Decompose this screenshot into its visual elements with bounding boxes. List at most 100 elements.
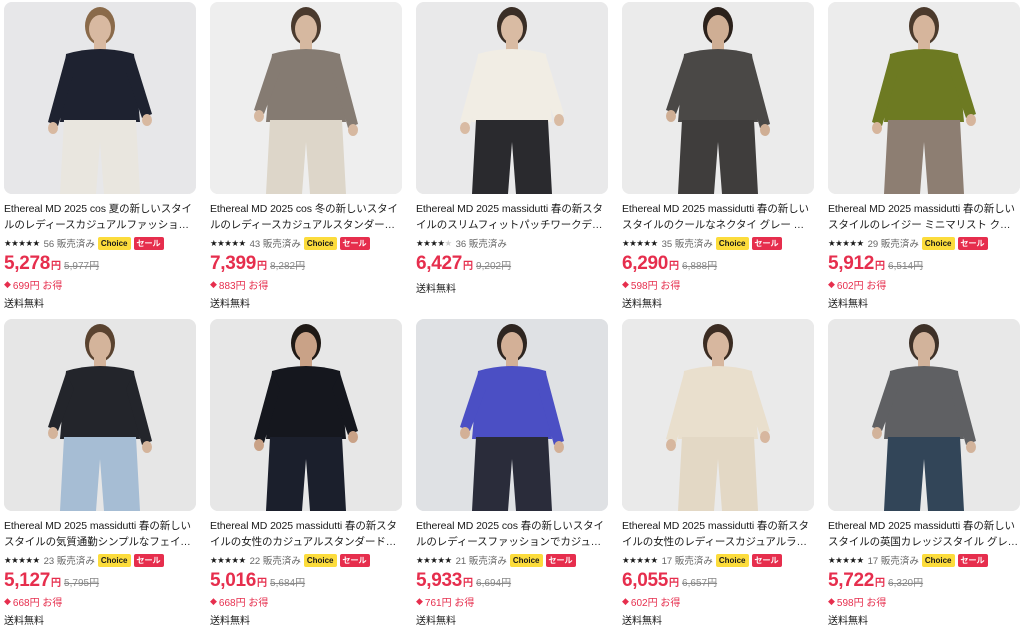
rating-row: ★★★★★ 17 販売済み Choice セール bbox=[828, 553, 1020, 567]
savings-amount: 699円 お得 bbox=[12, 281, 63, 292]
rating-row: ★★★★★ 36 販売済み bbox=[416, 236, 608, 251]
rating-row: ★★★★★ 29 販売済み Choice セール bbox=[828, 236, 1020, 250]
sale-price: 7,399 bbox=[210, 253, 257, 274]
currency-label: 円 bbox=[669, 578, 680, 589]
sold-count: 29 販売済み bbox=[867, 239, 919, 250]
product-title[interactable]: Ethereal MD 2025 massidutti 春の新スタイルのスリムフ… bbox=[416, 201, 608, 233]
product-image[interactable] bbox=[4, 319, 196, 511]
savings-amount: 598円 お得 bbox=[836, 598, 887, 609]
product-card[interactable]: Ethereal MD 2025 massidutti 春の新スタイルのスリムフ… bbox=[416, 2, 608, 319]
product-card[interactable]: Ethereal MD 2025 cos 夏の新しいスタイルのレディースカジュア… bbox=[4, 2, 196, 319]
original-price: 6,657円 bbox=[682, 578, 718, 589]
savings-amount: 761円 お得 bbox=[424, 598, 475, 609]
discount-tag-icon: ◆ bbox=[416, 596, 423, 606]
sale-price: 5,933 bbox=[416, 570, 463, 591]
choice-badge: Choice bbox=[97, 236, 131, 250]
sale-price: 5,278 bbox=[4, 253, 51, 274]
choice-badge: Choice bbox=[97, 553, 131, 567]
star-rating-icon: ★★★★★ bbox=[210, 554, 246, 565]
product-card[interactable]: Ethereal MD 2025 massidutti 春の新しいスタイルのクー… bbox=[622, 2, 814, 319]
savings-row: ◆ 668円 お得 bbox=[4, 594, 196, 609]
original-price: 5,795円 bbox=[64, 578, 100, 589]
discount-tag-icon: ◆ bbox=[622, 279, 629, 289]
savings-amount: 668円 お得 bbox=[218, 598, 269, 609]
product-title[interactable]: Ethereal MD 2025 massidutti 春の新しいスタイルのレイ… bbox=[828, 201, 1020, 233]
savings-amount: 883円 お得 bbox=[218, 281, 269, 292]
product-photo bbox=[4, 2, 196, 194]
rating-row: ★★★★★ 56 販売済み Choice セール bbox=[4, 236, 196, 250]
product-title[interactable]: Ethereal MD 2025 massidutti 春の新しいスタイルの英国… bbox=[828, 518, 1020, 550]
price-row: 6,427 円 9,202円 bbox=[416, 253, 608, 277]
sold-count: 23 販売済み bbox=[43, 556, 95, 567]
sale-price: 6,290 bbox=[622, 253, 669, 274]
product-card[interactable]: Ethereal MD 2025 massidutti 春の新しいスタイルのレイ… bbox=[828, 2, 1020, 319]
free-shipping-label: 送料無料 bbox=[622, 299, 662, 310]
star-rating-icon: ★★★★★ bbox=[4, 554, 40, 565]
star-rating-icon: ★★★★★ bbox=[622, 554, 658, 565]
product-image[interactable] bbox=[828, 2, 1020, 194]
discount-tag-icon: ◆ bbox=[210, 596, 217, 606]
product-image[interactable] bbox=[828, 319, 1020, 511]
product-image[interactable] bbox=[622, 319, 814, 511]
product-grid: Ethereal MD 2025 cos 夏の新しいスタイルのレディースカジュア… bbox=[4, 2, 1020, 636]
sale-badge: セール bbox=[339, 236, 370, 250]
price-row: 5,933 円 6,694円 bbox=[416, 570, 608, 594]
product-image[interactable] bbox=[210, 319, 402, 511]
product-image[interactable] bbox=[4, 2, 196, 194]
product-card[interactable]: Ethereal MD 2025 massidutti 春の新しいスタイルの気質… bbox=[4, 319, 196, 636]
sale-price: 5,722 bbox=[828, 570, 875, 591]
currency-label: 円 bbox=[51, 578, 62, 589]
choice-badge: Choice bbox=[715, 236, 749, 250]
price-row: 5,127 円 5,795円 bbox=[4, 570, 196, 594]
savings-amount: 668円 お得 bbox=[12, 598, 63, 609]
rating-row: ★★★★★ 35 販売済み Choice セール bbox=[622, 236, 814, 250]
discount-tag-icon: ◆ bbox=[4, 279, 11, 289]
product-title[interactable]: Ethereal MD 2025 cos 夏の新しいスタイルのレディースカジュア… bbox=[4, 201, 196, 233]
choice-badge: Choice bbox=[921, 553, 955, 567]
sale-badge: セール bbox=[545, 553, 576, 567]
choice-badge: Choice bbox=[715, 553, 749, 567]
currency-label: 円 bbox=[875, 261, 886, 272]
sale-price: 6,427 bbox=[416, 253, 463, 274]
product-photo bbox=[622, 319, 814, 511]
star-rating-icon: ★★★★★ bbox=[4, 237, 40, 248]
price-row: 5,016 円 5,684円 bbox=[210, 570, 402, 594]
product-photo bbox=[622, 2, 814, 194]
product-card[interactable]: Ethereal MD 2025 cos 冬の新しいスタイルのレディースカジュア… bbox=[210, 2, 402, 319]
product-card[interactable]: Ethereal MD 2025 massidutti 春の新スタイルの女性のカ… bbox=[210, 319, 402, 636]
price-row: 5,912 円 6,514円 bbox=[828, 253, 1020, 277]
sold-count: 21 販売済み bbox=[455, 556, 507, 567]
price-row: 7,399 円 8,282円 bbox=[210, 253, 402, 277]
product-card[interactable]: Ethereal MD 2025 cos 春の新しいスタイルのレディースファッシ… bbox=[416, 319, 608, 636]
choice-badge: Choice bbox=[303, 553, 337, 567]
product-image[interactable] bbox=[416, 319, 608, 511]
product-title[interactable]: Ethereal MD 2025 cos 春の新しいスタイルのレディースファッシ… bbox=[416, 518, 608, 550]
savings-amount: 602円 お得 bbox=[836, 281, 887, 292]
sale-badge: セール bbox=[957, 236, 988, 250]
price-row: 5,278 円 5,977円 bbox=[4, 253, 196, 277]
sold-count: 56 販売済み bbox=[43, 239, 95, 250]
product-title[interactable]: Ethereal MD 2025 massidutti 春の新スタイルの女性のカ… bbox=[210, 518, 402, 550]
product-title[interactable]: Ethereal MD 2025 massidutti 春の新しいスタイルのクー… bbox=[622, 201, 814, 233]
product-title[interactable]: Ethereal MD 2025 massidutti 春の新しいスタイルの気質… bbox=[4, 518, 196, 550]
product-image[interactable] bbox=[622, 2, 814, 194]
choice-badge: Choice bbox=[303, 236, 337, 250]
savings-row: ◆ 602円 お得 bbox=[622, 594, 814, 609]
currency-label: 円 bbox=[257, 578, 268, 589]
product-card[interactable]: Ethereal MD 2025 massidutti 春の新スタイルの女性のレ… bbox=[622, 319, 814, 636]
free-shipping-label: 送料無料 bbox=[828, 616, 868, 627]
sale-price: 5,016 bbox=[210, 570, 257, 591]
product-title[interactable]: Ethereal MD 2025 massidutti 春の新スタイルの女性のレ… bbox=[622, 518, 814, 550]
product-title[interactable]: Ethereal MD 2025 cos 冬の新しいスタイルのレディースカジュア… bbox=[210, 201, 402, 233]
savings-row: ◆ 598円 お得 bbox=[828, 594, 1020, 609]
original-price: 8,282円 bbox=[270, 261, 306, 272]
price-row: 6,290 円 6,888円 bbox=[622, 253, 814, 277]
original-price: 6,514円 bbox=[888, 261, 924, 272]
sold-count: 43 販売済み bbox=[249, 239, 301, 250]
original-price: 6,694円 bbox=[476, 578, 512, 589]
star-rating-icon: ★★★★★ bbox=[416, 554, 452, 565]
savings-row: ◆ 699円 お得 bbox=[4, 277, 196, 292]
product-image[interactable] bbox=[416, 2, 608, 194]
product-card[interactable]: Ethereal MD 2025 massidutti 春の新しいスタイルの英国… bbox=[828, 319, 1020, 636]
product-image[interactable] bbox=[210, 2, 402, 194]
